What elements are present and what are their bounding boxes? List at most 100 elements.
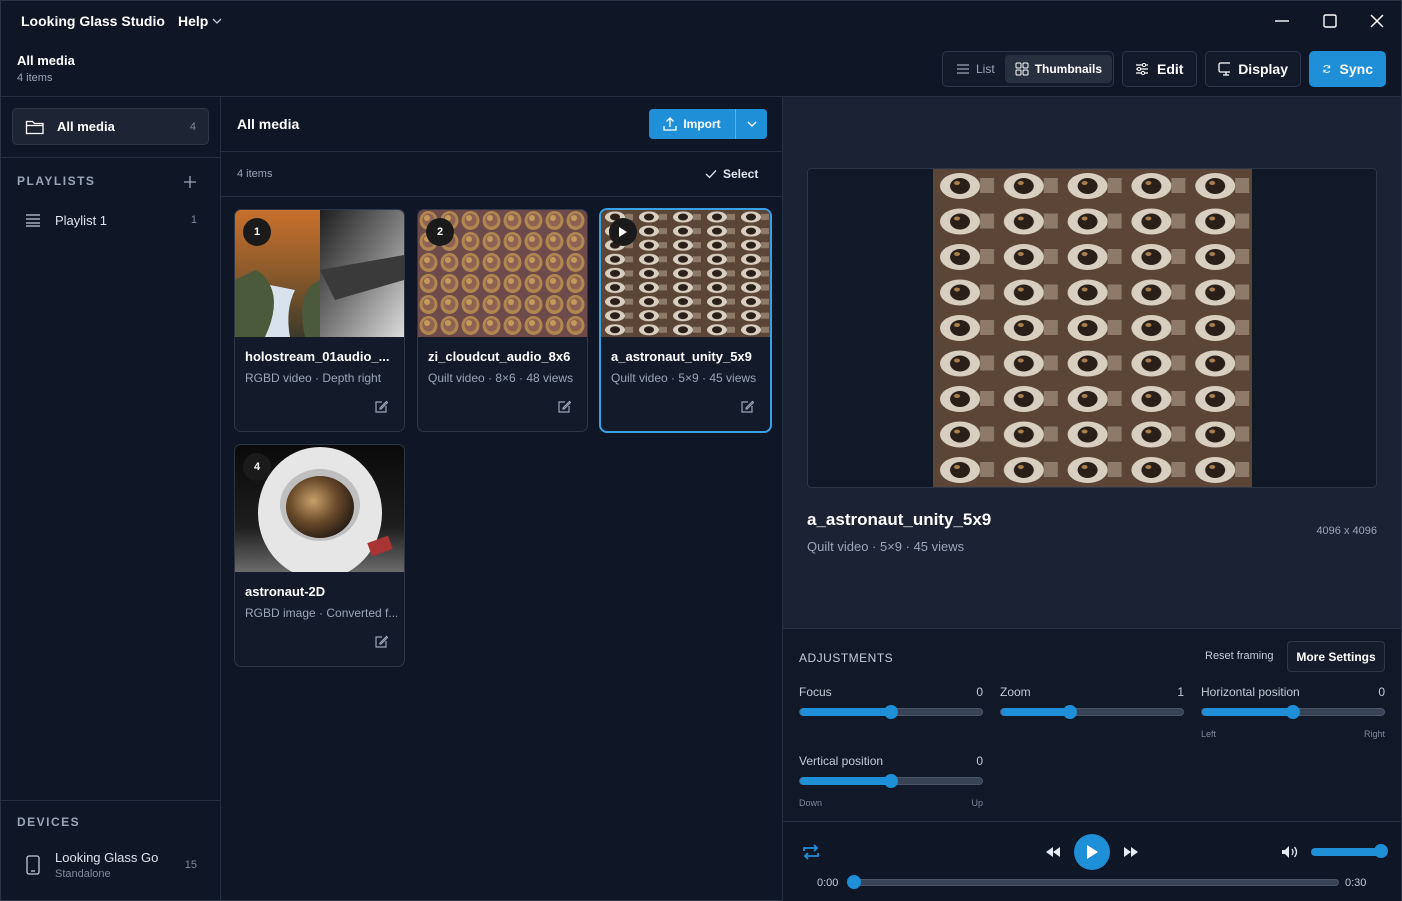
reset-framing-button[interactable]: Reset framing (1205, 650, 1273, 662)
view-thumbnails-label: Thumbnails (1034, 62, 1103, 76)
media-meta: Quilt video · 5×9 · 45 views (611, 371, 757, 385)
sync-label: Sync (1339, 61, 1373, 77)
volume-button[interactable] (1279, 841, 1301, 863)
media-index-badge: 4 (243, 453, 271, 481)
close-button[interactable] (1363, 9, 1391, 33)
volume-slider[interactable] (1311, 844, 1388, 858)
sidebar-item-label: Playlist 1 (55, 212, 108, 228)
edit-media-button[interactable] (555, 398, 573, 416)
fast-forward-button[interactable] (1120, 841, 1142, 863)
slider-knob[interactable] (1286, 705, 1300, 719)
grid-icon (1015, 62, 1029, 76)
slider-track[interactable] (799, 774, 983, 788)
play-icon (619, 227, 627, 237)
media-card[interactable]: 4 astronaut-2D RGBD image · Converted f.… (234, 444, 405, 667)
sidebar-item-count: 1 (190, 214, 197, 226)
slider-track[interactable] (1201, 705, 1385, 719)
media-name: zi_cloudcut_audio_8x6 (428, 349, 571, 364)
play-button[interactable] (1074, 834, 1110, 870)
page-subtitle: 4 items (17, 72, 53, 84)
import-button[interactable]: Import (649, 109, 735, 139)
slider-value: 1 (1177, 685, 1184, 699)
view-list-button[interactable]: List (946, 55, 1005, 83)
loop-button[interactable] (799, 840, 823, 864)
preview-frame[interactable] (807, 168, 1377, 488)
seek-knob[interactable] (847, 875, 861, 889)
media-card[interactable]: 2 zi_cloudcut_audio_8x6 Quilt video · 8×… (417, 209, 588, 432)
preview-title: a_astronaut_unity_5x9 (807, 510, 992, 529)
import-dropdown-button[interactable] (735, 109, 767, 139)
select-button[interactable]: Select (705, 167, 758, 181)
view-thumbnails-button[interactable]: Thumbnails (1004, 55, 1113, 83)
slider-value: 0 (976, 685, 983, 699)
maximize-button[interactable] (1316, 9, 1344, 33)
sidebar-item-all-media[interactable]: All media 4 (12, 108, 209, 145)
edit-media-button[interactable] (738, 398, 756, 416)
view-list-label: List (976, 62, 995, 76)
sync-icon (1323, 65, 1331, 73)
media-library: All media Import 4 items Select 1 holost… (221, 97, 783, 901)
volume-icon (1282, 846, 1298, 858)
edit-icon (741, 400, 754, 413)
rewind-button[interactable] (1042, 841, 1064, 863)
device-count: 15 (184, 859, 197, 871)
minimize-icon (1275, 20, 1289, 22)
display-button[interactable]: Display (1205, 51, 1301, 87)
edit-media-button[interactable] (372, 633, 390, 651)
play-badge (609, 218, 637, 246)
device-icon (26, 855, 40, 875)
app-title: Looking Glass Studio (21, 13, 165, 29)
device-status: Standalone (55, 868, 111, 880)
adjustments-heading: ADJUSTMENTS (799, 651, 894, 665)
page-title: All media (17, 53, 75, 68)
library-divider (221, 196, 782, 197)
sync-button[interactable]: Sync (1309, 51, 1386, 87)
media-card-selected[interactable]: a_astronaut_unity_5x9 Quilt video · 5×9 … (600, 209, 771, 432)
playlist-icon (26, 214, 40, 227)
media-name: holostream_01audio_... (245, 349, 390, 364)
seek-bar[interactable] (847, 875, 1339, 889)
plus-icon (184, 176, 196, 188)
minimize-button[interactable] (1268, 9, 1296, 33)
media-card[interactable]: 1 holostream_01audio_... RGBD video · De… (234, 209, 405, 432)
library-divider (221, 151, 782, 152)
media-meta: RGBD video · Depth right (245, 371, 382, 385)
import-split-button: Import (649, 109, 767, 139)
sliders-icon (1136, 62, 1148, 76)
add-playlist-button[interactable] (181, 173, 199, 191)
edit-media-button[interactable] (372, 398, 390, 416)
chevron-down-icon (747, 121, 756, 127)
slider-label: Focus (799, 685, 832, 699)
slider-knob[interactable] (1063, 705, 1078, 719)
check-icon (705, 170, 717, 179)
edit-button[interactable]: Edit (1122, 51, 1197, 87)
slider-label: Zoom (1000, 685, 1031, 699)
devices-heading: DEVICES (17, 815, 81, 829)
slider-knob[interactable] (884, 774, 898, 788)
slider-track[interactable] (1000, 705, 1184, 719)
title-bar: Looking Glass Studio Help (1, 1, 1401, 41)
slider-value: 0 (1378, 685, 1385, 699)
library-count: 4 items (237, 168, 273, 180)
preview-panel: a_astronaut_unity_5x9 Quilt video · 5×9 … (783, 97, 1401, 901)
slider-knob[interactable] (884, 705, 898, 719)
help-menu[interactable]: Help (178, 13, 222, 29)
edit-icon (375, 400, 388, 413)
edit-icon (558, 400, 571, 413)
slider-min-label: Left (1201, 729, 1217, 739)
rewind-icon (1046, 847, 1060, 857)
sidebar-item-playlist-1[interactable]: Playlist 1 1 (13, 205, 209, 235)
header-breadcrumb: All media 4 items (17, 53, 75, 84)
volume-knob[interactable] (1374, 844, 1388, 858)
display-label: Display (1238, 61, 1288, 77)
sidebar-item-device[interactable]: Looking Glass Go Standalone 15 (13, 843, 209, 887)
more-settings-button[interactable]: More Settings (1287, 641, 1385, 672)
adjustments-panel: ADJUSTMENTS Reset framing More Settings … (783, 628, 1401, 821)
slider-fill (800, 708, 891, 716)
sidebar-divider (1, 157, 220, 158)
sidebar: All media 4 PLAYLISTS Playlist 1 1 DEVIC… (1, 97, 221, 901)
library-title: All media (237, 116, 300, 132)
media-index-badge: 1 (243, 218, 271, 246)
help-menu-label: Help (178, 13, 209, 29)
slider-track[interactable] (799, 705, 983, 719)
